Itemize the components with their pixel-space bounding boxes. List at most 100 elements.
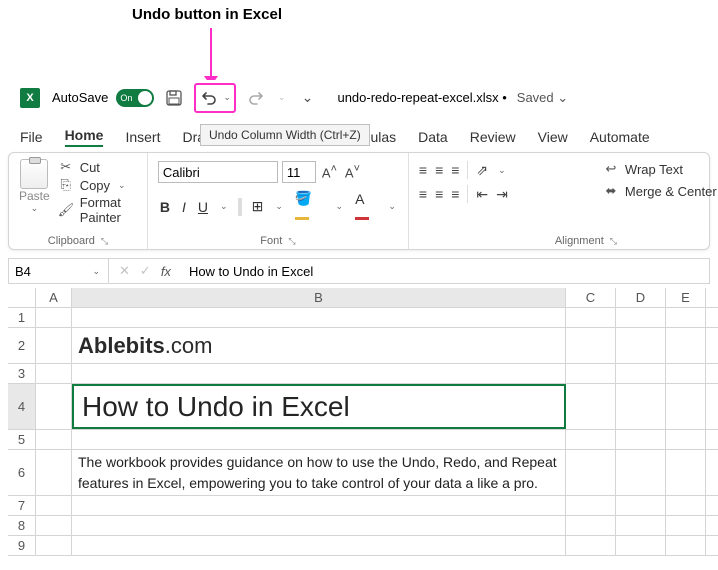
cell-b5[interactable] <box>72 430 566 449</box>
name-box[interactable]: B4 ⌄ <box>9 259 109 283</box>
cell-e6[interactable] <box>666 450 706 495</box>
font-name-select[interactable] <box>158 161 278 183</box>
filename[interactable]: undo-redo-repeat-excel.xlsx • <box>337 90 506 105</box>
cell-a2[interactable] <box>36 328 72 363</box>
font-color-button[interactable]: A <box>353 190 378 224</box>
col-header-d[interactable]: D <box>616 288 666 307</box>
tab-home[interactable]: Home <box>65 127 104 147</box>
qat-customize[interactable]: ⌄ <box>295 86 319 110</box>
align-middle-button[interactable]: ≡ <box>435 162 443 178</box>
cut-button[interactable]: ✂Cut <box>58 159 137 175</box>
redo-dropdown[interactable]: ⌄ <box>276 92 288 103</box>
copy-dropdown[interactable]: ⌄ <box>116 180 128 191</box>
cell-d2[interactable] <box>616 328 666 363</box>
save-button[interactable] <box>162 86 186 110</box>
underline-dropdown[interactable]: ⌄ <box>218 200 230 213</box>
undo-button[interactable] <box>197 86 221 110</box>
insert-function-button[interactable]: fx <box>161 264 171 279</box>
cell-d4[interactable] <box>616 384 666 429</box>
font-color-dropdown[interactable]: ⌄ <box>386 200 398 213</box>
cell-d8[interactable] <box>616 516 666 535</box>
copy-button[interactable]: ⎘Copy⌄ <box>58 177 137 193</box>
cell-a9[interactable] <box>36 536 72 555</box>
cell-d5[interactable] <box>616 430 666 449</box>
align-right-button[interactable]: ≡ <box>451 186 459 202</box>
cell-c4[interactable] <box>566 384 616 429</box>
cell-e2[interactable] <box>666 328 706 363</box>
cell-a5[interactable] <box>36 430 72 449</box>
row-header-2[interactable]: 2 <box>8 328 36 363</box>
paste-button[interactable]: Paste ⌄ <box>19 159 50 225</box>
paste-dropdown[interactable]: ⌄ <box>29 203 41 214</box>
select-all-triangle[interactable] <box>8 288 36 307</box>
orientation-button[interactable]: ⇗ <box>476 162 488 179</box>
formula-content[interactable]: How to Undo in Excel <box>181 259 709 283</box>
redo-button[interactable] <box>244 86 268 110</box>
font-dialog-launcher[interactable]: ⤡ <box>288 236 295 247</box>
tab-insert[interactable]: Insert <box>125 129 160 145</box>
cell-b1[interactable] <box>72 308 566 327</box>
cell-e3[interactable] <box>666 364 706 383</box>
cell-d6[interactable] <box>616 450 666 495</box>
orientation-dropdown[interactable]: ⌄ <box>496 165 508 176</box>
cell-c1[interactable] <box>566 308 616 327</box>
row-header-7[interactable]: 7 <box>8 496 36 515</box>
cell-a6[interactable] <box>36 450 72 495</box>
cell-a4[interactable] <box>36 384 72 429</box>
cell-c3[interactable] <box>566 364 616 383</box>
borders-button[interactable]: ⊞ <box>250 197 266 216</box>
cell-b7[interactable] <box>72 496 566 515</box>
row-header-1[interactable]: 1 <box>8 308 36 327</box>
decrease-indent-button[interactable]: ⇤ <box>476 186 488 203</box>
cell-c5[interactable] <box>566 430 616 449</box>
clipboard-dialog-launcher[interactable]: ⤡ <box>101 236 108 247</box>
row-header-3[interactable]: 3 <box>8 364 36 383</box>
align-top-button[interactable]: ≡ <box>419 162 427 178</box>
cell-d3[interactable] <box>616 364 666 383</box>
merge-center-button[interactable]: ⬌Merge & Center⌄ <box>603 183 718 199</box>
tab-view[interactable]: View <box>538 129 568 145</box>
col-header-b[interactable]: B <box>72 288 566 307</box>
cell-d1[interactable] <box>616 308 666 327</box>
cell-b6[interactable]: The workbook provides guidance on how to… <box>72 450 566 495</box>
align-center-button[interactable]: ≡ <box>435 186 443 202</box>
cell-b4-selected[interactable]: How to Undo in Excel <box>72 384 566 429</box>
cancel-formula-button[interactable]: ✕ <box>119 263 130 279</box>
cell-c8[interactable] <box>566 516 616 535</box>
format-painter-button[interactable]: 🖌Format Painter <box>58 195 137 225</box>
cell-e7[interactable] <box>666 496 706 515</box>
row-header-6[interactable]: 6 <box>8 450 36 495</box>
cell-a1[interactable] <box>36 308 72 327</box>
increase-indent-button[interactable]: ⇥ <box>496 186 508 203</box>
col-header-c[interactable]: C <box>566 288 616 307</box>
cell-a8[interactable] <box>36 516 72 535</box>
increase-font-button[interactable]: A˄ <box>320 163 339 180</box>
cell-b2[interactable]: Ablebits.com <box>72 328 566 363</box>
col-header-e[interactable]: E <box>666 288 706 307</box>
cell-b8[interactable] <box>72 516 566 535</box>
tab-data[interactable]: Data <box>418 129 448 145</box>
col-header-a[interactable]: A <box>36 288 72 307</box>
tab-file[interactable]: File <box>20 129 43 145</box>
font-size-select[interactable] <box>282 161 316 183</box>
cell-d7[interactable] <box>616 496 666 515</box>
row-header-5[interactable]: 5 <box>8 430 36 449</box>
decrease-font-button[interactable]: A˅ <box>343 163 362 180</box>
tab-review[interactable]: Review <box>470 129 516 145</box>
cell-c7[interactable] <box>566 496 616 515</box>
cell-e8[interactable] <box>666 516 706 535</box>
cell-e1[interactable] <box>666 308 706 327</box>
row-header-9[interactable]: 9 <box>8 536 36 555</box>
saved-status[interactable]: Saved ⌄ <box>517 90 568 106</box>
italic-button[interactable]: I <box>180 198 188 216</box>
cell-c6[interactable] <box>566 450 616 495</box>
align-bottom-button[interactable]: ≡ <box>451 162 459 178</box>
row-header-4[interactable]: 4 <box>8 384 36 429</box>
cell-b3[interactable] <box>72 364 566 383</box>
cell-c2[interactable] <box>566 328 616 363</box>
borders-dropdown[interactable]: ⌄ <box>273 200 285 213</box>
cell-b9[interactable] <box>72 536 566 555</box>
enter-formula-button[interactable]: ✓ <box>140 263 151 279</box>
name-box-dropdown[interactable]: ⌄ <box>90 266 102 277</box>
cell-a3[interactable] <box>36 364 72 383</box>
